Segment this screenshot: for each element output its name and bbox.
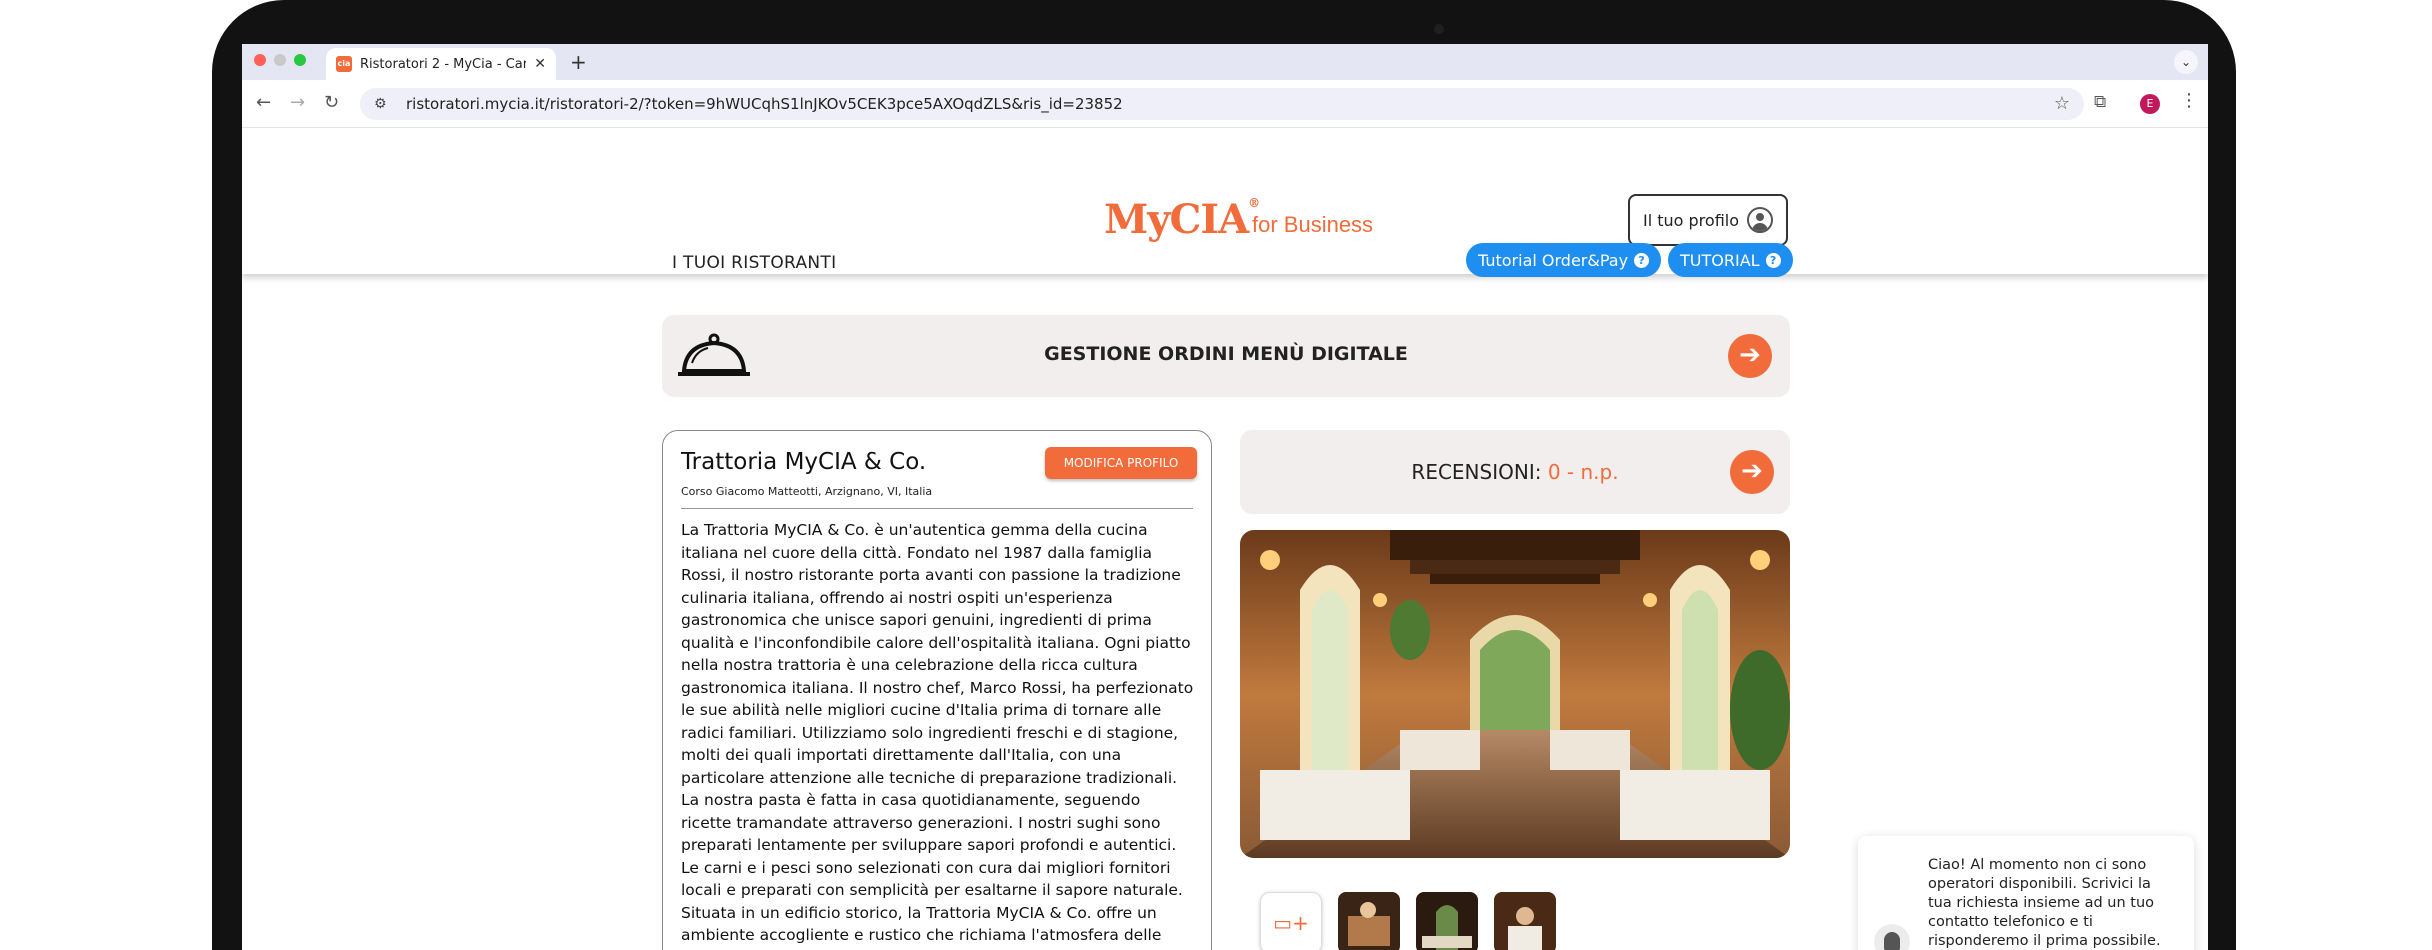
favicon-icon: cia (336, 56, 352, 72)
close-tab-icon[interactable]: ✕ (534, 56, 546, 72)
close-window-button[interactable] (254, 54, 266, 66)
logo-registered-mark: ® (1248, 196, 1260, 210)
tutorial-order-pay-button[interactable]: Tutorial Order&Pay ? (1466, 243, 1662, 277)
restaurant-address: Corso Giacomo Matteotti, Arzignano, VI, … (681, 485, 933, 498)
restaurant-name: Trattoria MyCIA & Co. (681, 449, 927, 475)
thumbnail-image (1416, 892, 1478, 950)
restaurant-interior-image (1240, 530, 1790, 858)
address-bar: ← → ↻ ⚙ ristoratori.mycia.it/ristoratori… (242, 80, 2208, 128)
photo-thumbnail[interactable] (1416, 892, 1478, 950)
url-text: ristoratori.mycia.it/ristoratori-2/?toke… (406, 95, 1123, 113)
maximize-window-button[interactable] (294, 54, 306, 66)
section-title: I TUOI RISTORANTI (672, 253, 837, 273)
site-info-icon[interactable]: ⚙ (374, 96, 394, 112)
photo-thumbnail[interactable] (1338, 892, 1400, 950)
tab-title: Ristoratori 2 - MyCia - Carta (360, 56, 527, 72)
photo-thumbnail[interactable] (1494, 892, 1556, 950)
thumbnail-image (1494, 892, 1556, 950)
arrow-right-icon[interactable]: ➔ (1728, 334, 1772, 378)
tutorial-order-pay-label: Tutorial Order&Pay (1478, 250, 1629, 270)
url-field[interactable]: ⚙ ristoratori.mycia.it/ristoratori-2/?to… (360, 88, 2084, 120)
camera-dot (1434, 24, 1444, 34)
browser-menu-icon[interactable]: ⋮ (2180, 90, 2198, 111)
restaurant-main-photo (1240, 530, 1790, 858)
digital-menu-orders-panel[interactable]: GESTIONE ORDINI MENÙ DIGITALE ➔ (662, 315, 1790, 397)
extensions-icon[interactable]: ⧉ (2094, 92, 2106, 112)
logo-text: MyCIA (1104, 196, 1249, 243)
camera-plus-icon: ▭+ (1273, 911, 1309, 935)
tutorial-label: TUTORIAL (1680, 250, 1760, 270)
help-icon: ? (1634, 252, 1650, 268)
tutorial-button[interactable]: TUTORIAL ? (1668, 243, 1793, 277)
profile-button[interactable]: Il tuo profilo (1628, 194, 1788, 246)
add-photo-button[interactable]: ▭+ (1260, 892, 1322, 950)
profile-button-label: Il tuo profilo (1642, 210, 1740, 230)
site-header: MyCIA® for Business Il tuo profilo (242, 128, 2208, 274)
active-tab[interactable]: cia Ristoratori 2 - MyCia - Carta ✕ (326, 48, 556, 80)
thumbnail-image (1338, 892, 1400, 950)
browser-profile-avatar[interactable]: E (2140, 94, 2160, 114)
operator-avatar-icon (1874, 924, 1910, 950)
reload-icon[interactable]: ↻ (324, 92, 339, 113)
user-icon (1747, 207, 1774, 233)
digital-menu-orders-label: GESTIONE ORDINI MENÙ DIGITALE (1044, 343, 1408, 365)
chat-widget[interactable]: Ciao! Al momento non ci sono operatori d… (1858, 836, 2194, 950)
tab-bar: cia Ristoratori 2 - MyCia - Carta ✕ + ⌄ (242, 44, 2208, 80)
bookmark-star-icon[interactable]: ☆ (2054, 93, 2070, 114)
logo-suffix: for Business (1252, 212, 1374, 237)
reviews-value: 0 - n.p. (1547, 460, 1619, 484)
restaurant-profile-card: Trattoria MyCIA & Co. Corso Giacomo Matt… (662, 430, 1212, 950)
new-tab-icon[interactable]: + (570, 50, 587, 74)
reviews-panel[interactable]: RECENSIONI: 0 - n.p. ➔ (1240, 430, 1790, 514)
browser-window: cia Ristoratori 2 - MyCia - Carta ✕ + ⌄ … (242, 44, 2208, 950)
reviews-label: RECENSIONI: (1411, 460, 1542, 484)
edit-profile-button[interactable]: MODIFICA PROFILO (1045, 447, 1197, 479)
mycia-logo[interactable]: MyCIA® (1104, 196, 1260, 243)
minimize-window-button[interactable] (274, 54, 286, 66)
help-icon: ? (1765, 252, 1781, 268)
reviews-summary: RECENSIONI: 0 - n.p. (1240, 460, 1790, 484)
chat-message: Ciao! Al momento non ci sono operatori d… (1928, 857, 2161, 949)
restaurant-description: La Trattoria MyCIA & Co. è un'autentica … (681, 521, 1194, 950)
back-arrow-icon[interactable]: ← (256, 92, 271, 113)
arrow-right-icon[interactable]: ➔ (1730, 450, 1774, 494)
divider (681, 508, 1193, 509)
forward-arrow-icon[interactable]: → (290, 92, 305, 113)
tab-search-icon[interactable]: ⌄ (2174, 50, 2198, 74)
